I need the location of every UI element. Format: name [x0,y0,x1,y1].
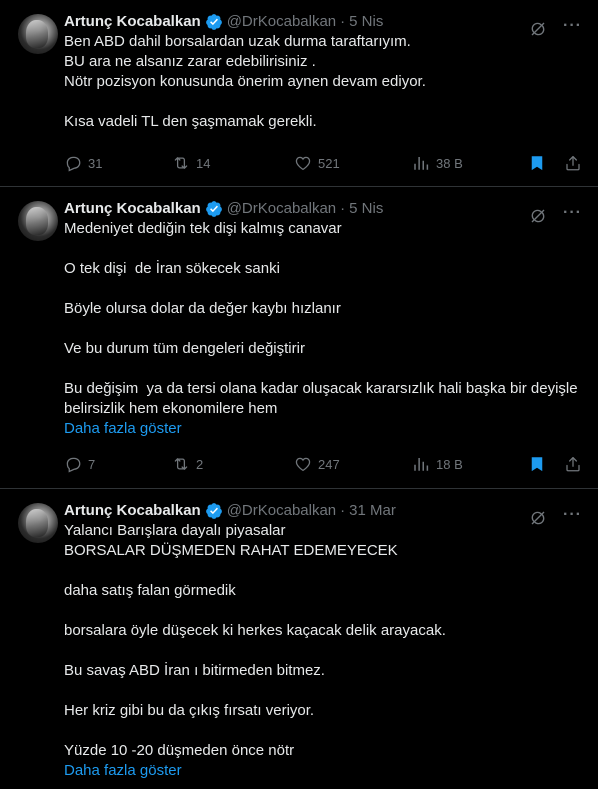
bookmark-icon [528,455,546,473]
views-icon [412,455,430,473]
avatar[interactable] [18,14,58,54]
separator: · [340,200,346,217]
separator: · [340,13,346,30]
author-name[interactable]: Artunç Kocabalkan [64,501,201,521]
view-count: 18 B [436,456,463,472]
avatar[interactable] [18,503,58,543]
share-icon [564,154,582,172]
like-button[interactable]: 247 [294,455,412,473]
bookmark-button[interactable] [528,455,546,473]
like-count: 247 [318,456,340,472]
show-more-link[interactable]: Daha fazla göster [64,761,582,781]
like-icon [294,455,312,473]
share-icon [564,455,582,473]
retweet-button[interactable]: 14 [172,154,294,172]
grok-icon[interactable] [529,20,547,38]
reply-count: 7 [88,456,96,472]
more-icon[interactable]: ··· [563,205,582,221]
retweet-icon [172,455,190,473]
tweet-text: Yalancı Barışlara dayalı piyasalar BORSA… [64,522,446,759]
reply-icon [64,154,82,172]
tweet-text: Medeniyet dediğin tek dişi kalmış canava… [64,220,578,417]
tweet-header: Artunç Kocabalkan @DrKocabalkan · 5 Nis [64,12,582,32]
author-handle[interactable]: @DrKocabalkan [227,199,336,219]
views-button[interactable]: 18 B [412,455,520,473]
views-button[interactable]: 38 B [412,154,520,172]
grok-icon[interactable] [529,207,547,225]
verified-badge-icon [205,200,223,218]
tweet-actions: 31 14 521 38 B [64,152,582,184]
show-more-link[interactable]: Daha fazla göster [64,419,582,439]
retweet-icon [172,154,190,172]
retweet-count: 14 [196,155,211,171]
verified-badge-icon [205,502,223,520]
tweet[interactable]: Artunç Kocabalkan @DrKocabalkan · 5 Nis … [0,187,598,489]
share-button[interactable] [564,154,582,172]
avatar[interactable] [18,201,58,241]
like-icon [294,154,312,172]
retweet-count: 2 [196,456,204,472]
tweet-date[interactable]: 5 Nis [349,12,383,32]
retweet-button[interactable]: 2 [172,455,294,473]
tweet-date[interactable]: 5 Nis [349,199,383,219]
more-icon[interactable]: ··· [563,507,582,523]
tweet[interactable]: Artunç Kocabalkan @DrKocabalkan · 5 Nis … [0,0,598,187]
reply-button[interactable]: 31 [64,154,172,172]
views-icon [412,154,430,172]
timeline: Artunç Kocabalkan @DrKocabalkan · 5 Nis … [0,0,598,781]
grok-icon[interactable] [529,509,547,527]
tweet-header: Artunç Kocabalkan @DrKocabalkan · 31 Mar [64,501,582,521]
author-handle[interactable]: @DrKocabalkan [227,12,336,32]
bookmark-icon [528,154,546,172]
author-handle[interactable]: @DrKocabalkan [227,501,336,521]
author-name[interactable]: Artunç Kocabalkan [64,199,201,219]
reply-count: 31 [88,155,103,171]
like-count: 521 [318,155,340,171]
author-name[interactable]: Artunç Kocabalkan [64,12,201,32]
verified-badge-icon [205,13,223,31]
like-button[interactable]: 521 [294,154,412,172]
bookmark-button[interactable] [528,154,546,172]
more-icon[interactable]: ··· [563,18,582,34]
reply-button[interactable]: 7 [64,455,172,473]
separator: · [340,502,346,519]
tweet[interactable]: Artunç Kocabalkan @DrKocabalkan · 31 Mar… [0,489,598,781]
tweet-actions: 7 2 247 18 B [64,453,582,485]
tweet-date[interactable]: 31 Mar [349,501,396,521]
view-count: 38 B [436,155,463,171]
share-button[interactable] [564,455,582,473]
tweet-header: Artunç Kocabalkan @DrKocabalkan · 5 Nis [64,199,582,219]
tweet-text: Ben ABD dahil borsalardan uzak durma tar… [64,33,426,130]
reply-icon [64,455,82,473]
